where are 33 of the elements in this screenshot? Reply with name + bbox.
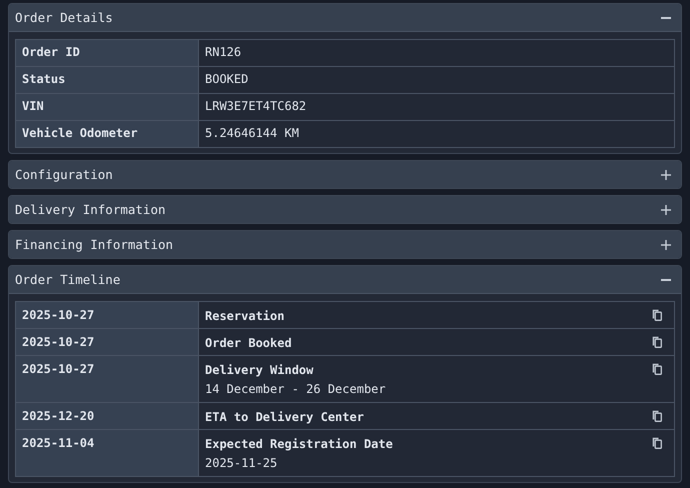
date-cell: 2025-11-04 — [16, 430, 198, 476]
section-header[interactable]: Order Details — [9, 4, 681, 31]
field-label: VIN — [16, 94, 198, 120]
section-header[interactable]: Delivery Information — [9, 196, 681, 223]
date-cell: 2025-10-27 — [16, 328, 198, 356]
event-title: Expected Registration Date — [205, 436, 393, 451]
field-value: LRW3E7ET4TC682 — [198, 94, 674, 120]
field-value: BOOKED — [198, 66, 674, 94]
section-header[interactable]: Configuration — [9, 161, 681, 188]
field-label: Status — [16, 66, 198, 94]
field-label: Order ID — [16, 40, 198, 66]
event-title: Reservation — [205, 308, 284, 323]
event-detail: 2025-11-25 — [205, 456, 278, 470]
field-label: Vehicle Odometer — [16, 120, 198, 148]
date-cell: 2025-10-27 — [16, 356, 198, 402]
copy-icon[interactable] — [652, 309, 662, 321]
field-value: RN126 — [198, 40, 674, 66]
event-title: ETA to Delivery Center — [205, 409, 364, 424]
copy-icon[interactable] — [652, 363, 662, 375]
section-header[interactable]: Order Timeline — [9, 266, 681, 293]
field-value: 5.24646144 KM — [198, 120, 674, 148]
section-header[interactable]: Financing Information — [9, 231, 681, 258]
date-cell: 2025-12-20 — [16, 402, 198, 430]
event-detail: 14 December - 26 December — [205, 382, 386, 396]
expand-icon — [661, 204, 671, 214]
expand-icon — [661, 240, 671, 250]
event-title: Order Booked — [205, 335, 292, 350]
event-title: Delivery Window — [205, 362, 314, 377]
copy-icon[interactable] — [652, 336, 662, 348]
date-cell: 2025-10-27 — [16, 302, 198, 328]
expand-icon — [661, 170, 671, 180]
copy-icon[interactable] — [652, 437, 662, 449]
copy-icon[interactable] — [652, 410, 662, 422]
